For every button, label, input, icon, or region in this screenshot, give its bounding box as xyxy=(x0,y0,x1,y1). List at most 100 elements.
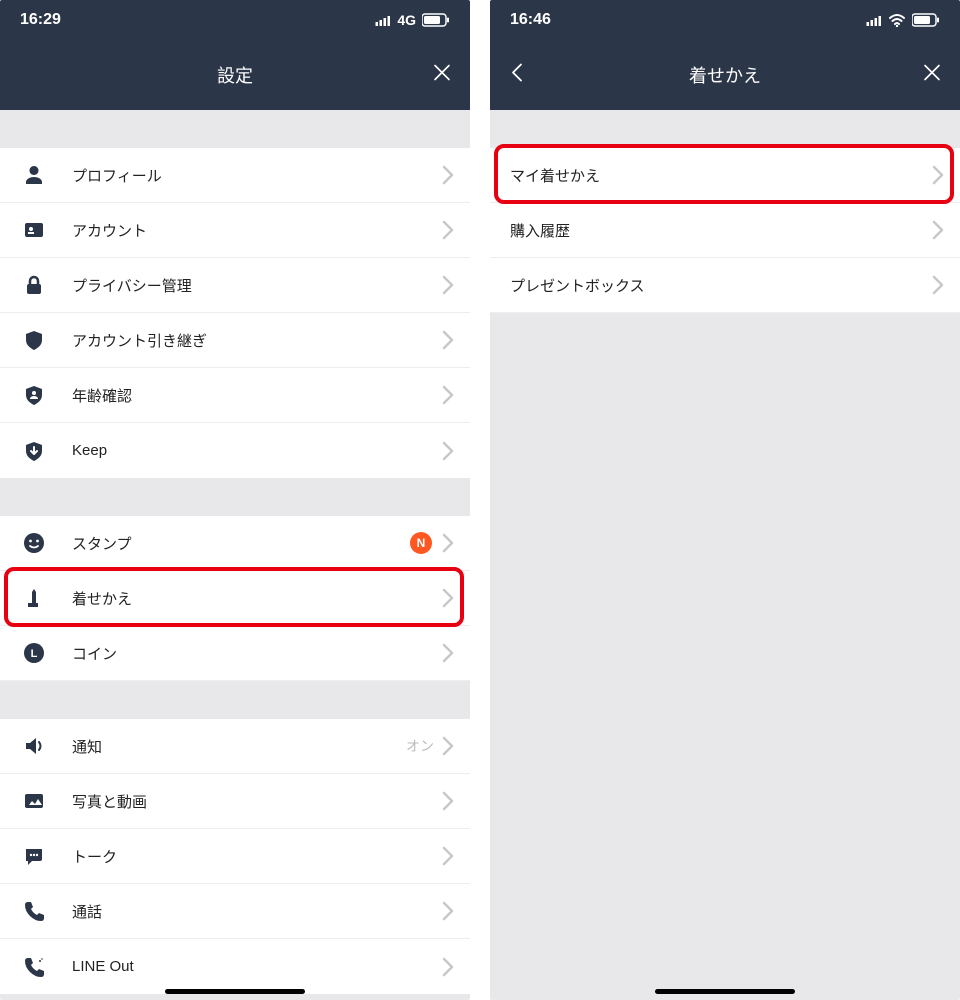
status-indicators: 4G xyxy=(375,12,450,28)
item-label: 通話 xyxy=(72,901,442,922)
chevron-right-icon xyxy=(442,330,454,350)
item-present-box[interactable]: プレゼントボックス xyxy=(490,258,960,313)
chevron-right-icon xyxy=(442,846,454,866)
speaker-icon xyxy=(20,732,48,760)
shield-icon xyxy=(20,326,48,354)
item-age-verify[interactable]: 年齢確認 xyxy=(0,368,470,423)
chevron-right-icon xyxy=(442,385,454,405)
item-label: 購入履歴 xyxy=(510,220,932,241)
chat-icon xyxy=(20,842,48,870)
item-notifications[interactable]: 通知 オン xyxy=(0,719,470,774)
close-button[interactable] xyxy=(922,63,942,88)
phone-right: 16:46 着せかえ マイ着せかえ 購入履歴 プレゼントボックス xyxy=(490,0,960,1000)
chevron-right-icon xyxy=(442,957,454,977)
statusbar: 16:46 xyxy=(490,0,960,40)
back-button[interactable] xyxy=(508,62,526,89)
item-photos-videos[interactable]: 写真と動画 xyxy=(0,774,470,829)
list-group-general: 通知 オン 写真と動画 トーク 通話 LINE Out xyxy=(0,719,470,994)
brush-icon xyxy=(20,584,48,612)
item-account[interactable]: アカウント xyxy=(0,203,470,258)
network-label: 4G xyxy=(397,12,416,28)
keep-icon xyxy=(20,437,48,465)
item-label: マイ着せかえ xyxy=(510,165,932,186)
item-my-themes[interactable]: マイ着せかえ xyxy=(490,148,960,203)
chevron-right-icon xyxy=(932,275,944,295)
navbar: 着せかえ xyxy=(490,40,960,110)
phone-out-icon xyxy=(20,953,48,981)
chevron-right-icon xyxy=(442,643,454,663)
id-card-icon xyxy=(20,216,48,244)
lock-icon xyxy=(20,271,48,299)
smiley-icon xyxy=(20,529,48,557)
item-account-transfer[interactable]: アカウント引き継ぎ xyxy=(0,313,470,368)
back-icon xyxy=(508,62,526,84)
item-label: プレゼントボックス xyxy=(510,275,932,296)
phone-icon xyxy=(20,897,48,925)
item-label: プライバシー管理 xyxy=(72,275,442,296)
phone-left: 16:29 4G 設定 プロフィール アカウント プライバシー管理 xyxy=(0,0,470,1000)
item-purchase-history[interactable]: 購入履歴 xyxy=(490,203,960,258)
chevron-right-icon xyxy=(932,165,944,185)
home-indicator xyxy=(655,989,795,994)
item-label: トーク xyxy=(72,846,442,867)
item-label: 着せかえ xyxy=(72,588,442,609)
chevron-right-icon xyxy=(932,220,944,240)
item-label: 写真と動画 xyxy=(72,791,442,812)
coin-icon xyxy=(20,639,48,667)
chevron-right-icon xyxy=(442,736,454,756)
chevron-right-icon xyxy=(442,533,454,553)
item-privacy[interactable]: プライバシー管理 xyxy=(0,258,470,313)
chevron-right-icon xyxy=(442,441,454,461)
status-time: 16:46 xyxy=(510,11,551,29)
new-badge: N xyxy=(410,532,432,554)
item-label: スタンプ xyxy=(72,533,410,554)
chevron-right-icon xyxy=(442,165,454,185)
page-title: 設定 xyxy=(217,62,253,88)
item-label: コイン xyxy=(72,643,442,664)
item-coins[interactable]: コイン xyxy=(0,626,470,681)
item-label: 通知 xyxy=(72,736,406,757)
signal-icon xyxy=(866,14,882,26)
person-icon xyxy=(20,161,48,189)
wifi-icon xyxy=(888,13,906,27)
item-label: プロフィール xyxy=(72,165,442,186)
section-gap xyxy=(0,110,470,148)
item-value: オン xyxy=(406,736,434,756)
close-icon xyxy=(922,63,942,83)
page-title: 着せかえ xyxy=(689,62,761,88)
chevron-right-icon xyxy=(442,901,454,921)
status-time: 16:29 xyxy=(20,11,61,29)
list-group-account: プロフィール アカウント プライバシー管理 アカウント引き継ぎ 年齢確認 Kee… xyxy=(0,148,470,478)
chevron-right-icon xyxy=(442,275,454,295)
item-label: アカウント xyxy=(72,220,442,241)
status-indicators xyxy=(866,13,940,27)
item-label: Keep xyxy=(72,442,442,459)
close-button[interactable] xyxy=(432,63,452,88)
item-stamps[interactable]: スタンプ N xyxy=(0,516,470,571)
list-group-themes: マイ着せかえ 購入履歴 プレゼントボックス xyxy=(490,148,960,313)
item-talk[interactable]: トーク xyxy=(0,829,470,884)
section-gap xyxy=(0,681,470,719)
item-calls[interactable]: 通話 xyxy=(0,884,470,939)
item-label: 年齢確認 xyxy=(72,385,442,406)
item-themes[interactable]: 着せかえ xyxy=(0,571,470,626)
chevron-right-icon xyxy=(442,220,454,240)
list-group-shop: スタンプ N 着せかえ コイン xyxy=(0,516,470,681)
chevron-right-icon xyxy=(442,791,454,811)
item-keep[interactable]: Keep xyxy=(0,423,470,478)
item-label: アカウント引き継ぎ xyxy=(72,330,442,351)
battery-icon xyxy=(912,13,940,27)
item-line-out[interactable]: LINE Out xyxy=(0,939,470,994)
chevron-right-icon xyxy=(442,588,454,608)
item-label: LINE Out xyxy=(72,958,442,975)
section-gap xyxy=(490,110,960,148)
statusbar: 16:29 4G xyxy=(0,0,470,40)
close-icon xyxy=(432,63,452,83)
photo-icon xyxy=(20,787,48,815)
navbar: 設定 xyxy=(0,40,470,110)
signal-icon xyxy=(375,14,391,26)
battery-icon xyxy=(422,13,450,27)
section-gap xyxy=(0,478,470,516)
home-indicator xyxy=(165,989,305,994)
item-profile[interactable]: プロフィール xyxy=(0,148,470,203)
